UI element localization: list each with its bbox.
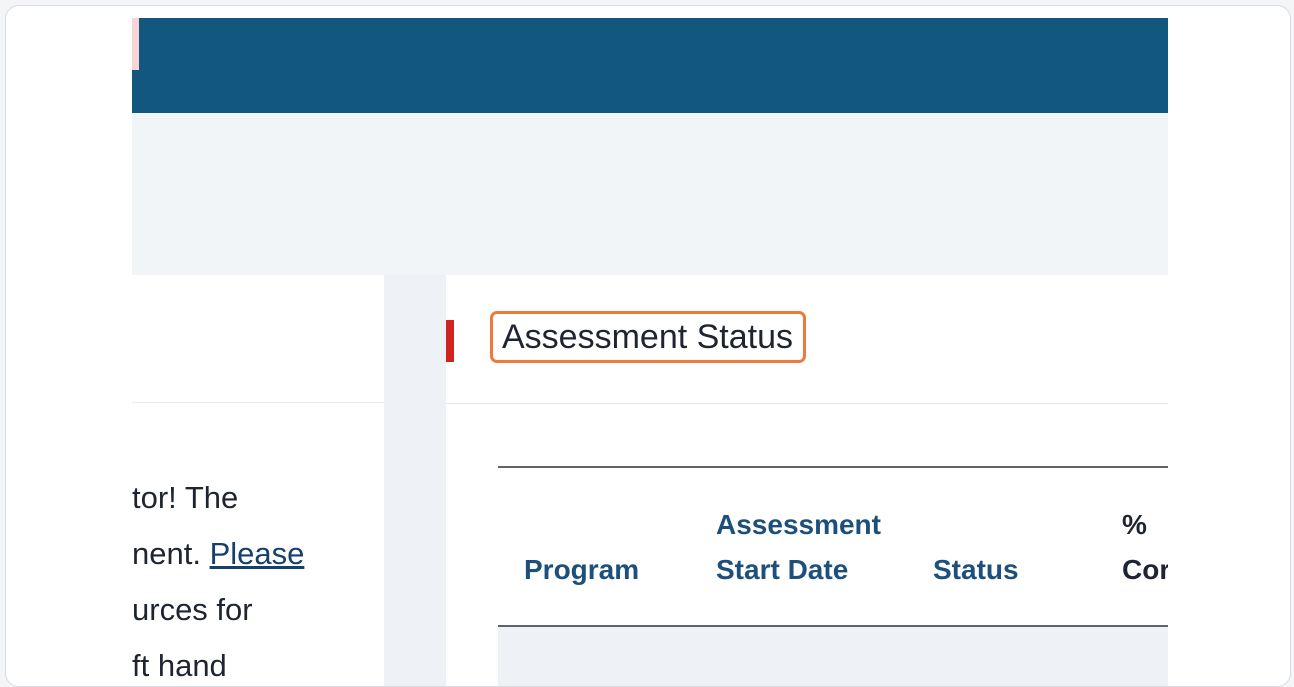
screenshot-frame: tor! The nent. Please urces for ft hand … <box>5 5 1291 687</box>
column-header-start-date-line-1[interactable]: Assessment <box>716 503 881 547</box>
column-gutter <box>384 275 446 686</box>
column-header-start-date-line-2[interactable]: Start Date <box>716 548 848 592</box>
page-banner-area <box>132 113 1168 275</box>
welcome-card-divider <box>132 402 384 403</box>
table-first-row <box>498 627 1168 686</box>
please-link[interactable]: Please <box>210 536 305 571</box>
header-alert-tab <box>132 18 139 70</box>
site-header-bar <box>132 18 1168 113</box>
welcome-card: tor! The nent. Please urces for ft hand <box>132 275 384 686</box>
column-header-status[interactable]: Status <box>933 548 1019 592</box>
welcome-line-2-text: nent. <box>132 536 210 571</box>
column-header-percent-line-1[interactable]: % <box>1122 503 1147 547</box>
welcome-line-3: urces for <box>132 592 253 627</box>
table-top-border <box>498 466 1168 468</box>
welcome-message: tor! The nent. Please urces for ft hand <box>132 470 392 686</box>
assessment-status-card: Assessment Status Program Assessment Sta… <box>446 275 1168 686</box>
welcome-line-2: nent. Please <box>132 526 392 582</box>
title-accent-bar <box>446 320 454 362</box>
assessment-status-title: Assessment Status <box>502 318 794 356</box>
column-header-program[interactable]: Program <box>524 548 639 592</box>
browser-viewport: tor! The nent. Please urces for ft hand … <box>132 18 1168 686</box>
column-header-percent-line-2[interactable]: Cor <box>1122 548 1168 592</box>
card-header-divider <box>446 403 1168 404</box>
welcome-line-1: tor! The <box>132 480 239 515</box>
welcome-line-4: ft hand <box>132 648 227 683</box>
